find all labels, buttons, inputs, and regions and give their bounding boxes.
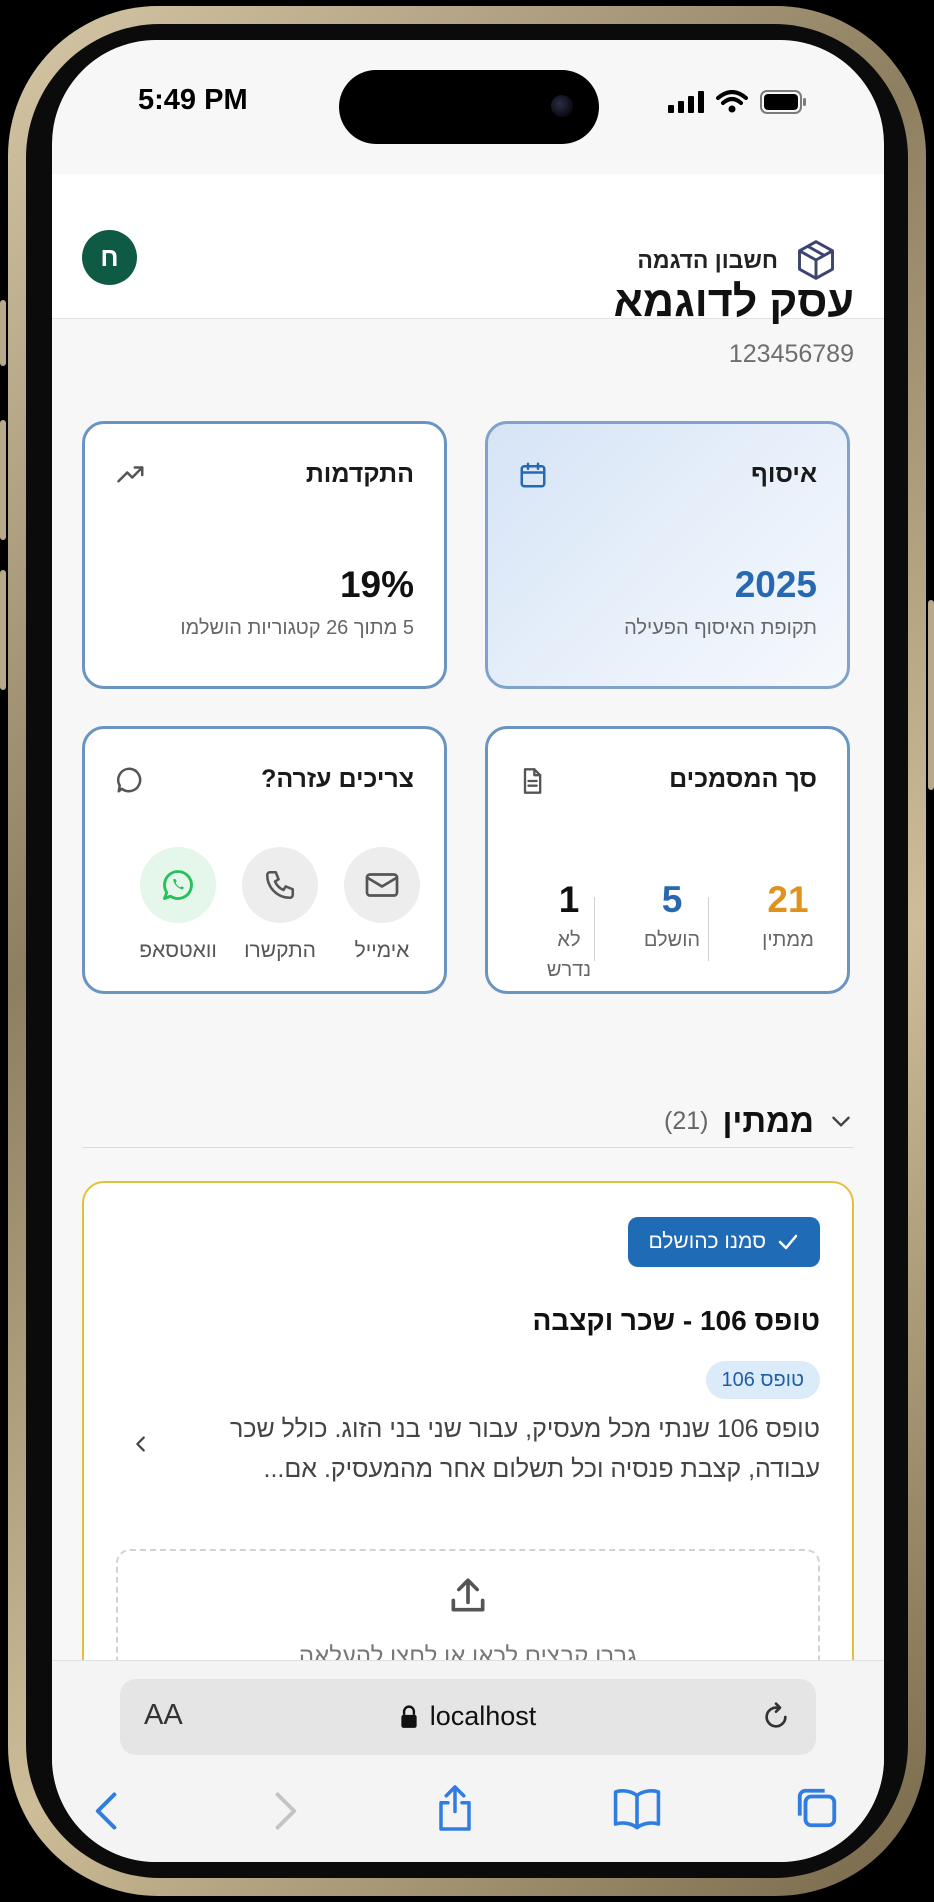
business-name: עסק לדוגמא xyxy=(613,278,854,326)
pending-section-toggle[interactable]: ממתין (21) xyxy=(664,1102,854,1140)
whatsapp-button-circle xyxy=(140,847,216,923)
forward-icon[interactable] xyxy=(270,1789,300,1833)
progress-card[interactable]: התקדמות 19% 5 מתוך 26 קטגוריות הושלמו xyxy=(82,421,447,689)
side-button xyxy=(0,300,6,366)
whatsapp-label: וואטסאפ xyxy=(139,939,217,962)
stat-not-required-label: לא נדרש xyxy=(546,929,592,981)
status-icons xyxy=(668,90,808,114)
phone-icon xyxy=(265,870,295,900)
collection-subtitle: תקופת האיסוף הפעילה xyxy=(624,617,817,639)
wifi-icon xyxy=(716,90,748,113)
collection-card[interactable]: איסוף 2025 תקופת האיסוף הפעילה xyxy=(485,421,850,689)
url-text: localhost xyxy=(429,1701,537,1731)
signal-icon xyxy=(668,91,704,113)
chevron-down-icon xyxy=(832,1116,850,1127)
help-title: צריכים עזרה? xyxy=(261,765,414,793)
box-icon xyxy=(798,240,834,280)
task-tag: טופס 106 xyxy=(705,1361,820,1399)
tabs-icon[interactable] xyxy=(794,1785,840,1831)
calendar-icon xyxy=(520,462,546,488)
trending-up-icon xyxy=(117,466,144,483)
call-button-circle xyxy=(242,847,318,923)
stat-completed-value: 5 xyxy=(661,879,683,920)
stat-not-required-value: 1 xyxy=(558,879,580,920)
share-icon[interactable] xyxy=(434,1783,476,1833)
stat-pending-value: 21 xyxy=(767,879,809,920)
call-label: התקשרו xyxy=(244,939,316,962)
stat-not-required: 1 לא נדרש xyxy=(539,879,599,985)
power-button xyxy=(928,600,934,790)
mark-complete-label: סמנו כהושלם xyxy=(648,1230,766,1253)
back-icon[interactable] xyxy=(92,1789,122,1833)
browser-toolbar: AA localhost xyxy=(52,1660,884,1862)
address-bar[interactable]: AA localhost xyxy=(120,1679,816,1755)
email-button-circle xyxy=(344,847,420,923)
email-label: אימייל xyxy=(354,939,410,962)
chevron-left-icon[interactable] xyxy=(130,1431,152,1457)
task-card: סמנו כהושלם טופס 106 - שכר וקצבה טופס 10… xyxy=(82,1181,854,1789)
dynamic-island xyxy=(339,70,599,144)
reload-icon[interactable] xyxy=(760,1701,792,1733)
whatsapp-icon xyxy=(163,870,193,900)
volume-down-button xyxy=(0,570,6,690)
status-time: 5:49 PM xyxy=(138,84,248,116)
url-display: localhost xyxy=(120,1701,816,1732)
progress-subtitle: 5 מתוך 26 קטגוריות הושלמו xyxy=(180,617,414,639)
collection-title: איסוף xyxy=(751,460,817,488)
section-count: (21) xyxy=(664,1106,709,1135)
chat-bubble-icon xyxy=(117,767,142,793)
task-description: טופס 106 שנתי מכל מעסיק, עבור שני בני הז… xyxy=(229,1415,820,1483)
account-switcher[interactable]: חשבון הדגמה xyxy=(637,238,838,282)
bookmarks-icon[interactable] xyxy=(612,1785,662,1831)
documents-card[interactable]: סך המסמכים 21 ממתין 5 הושלם 1 לא נדרש xyxy=(485,726,850,994)
mail-icon xyxy=(365,873,399,897)
email-button[interactable]: אימייל xyxy=(342,847,422,963)
stat-completed-label: הושלם xyxy=(643,929,701,951)
account-name: חשבון הדגמה xyxy=(637,246,778,273)
collection-year: 2025 xyxy=(734,564,817,605)
battery-icon xyxy=(760,90,806,114)
mark-complete-button[interactable]: סמנו כהושלם xyxy=(628,1217,820,1267)
whatsapp-button[interactable]: וואטסאפ xyxy=(138,847,218,963)
section-title: ממתין xyxy=(722,1102,814,1139)
phone-screen: 5:49 PM ח חשבון הדגמה עסק לדוגמא 1234567… xyxy=(52,40,884,1862)
help-card: צריכים עזרה? אימייל התקשרו וואטסאפ xyxy=(82,726,447,994)
upload-icon xyxy=(451,1578,485,1612)
document-icon xyxy=(523,768,542,794)
volume-up-button xyxy=(0,420,6,540)
stat-completed: 5 הושלם xyxy=(629,879,715,955)
call-button[interactable]: התקשרו xyxy=(240,847,320,963)
business-id: 123456789 xyxy=(728,340,854,368)
section-divider xyxy=(82,1147,854,1148)
stat-pending: 21 ממתין xyxy=(745,879,831,955)
progress-title: התקדמות xyxy=(305,460,414,488)
lock-icon xyxy=(401,1705,417,1728)
documents-title: סך המסמכים xyxy=(669,765,817,793)
check-icon xyxy=(778,1234,798,1250)
task-title: טופס 106 - שכר וקצבה xyxy=(532,1305,821,1336)
stat-pending-label: ממתין xyxy=(762,929,814,951)
progress-percent: 19% xyxy=(339,564,414,605)
avatar[interactable]: ח xyxy=(82,230,137,285)
